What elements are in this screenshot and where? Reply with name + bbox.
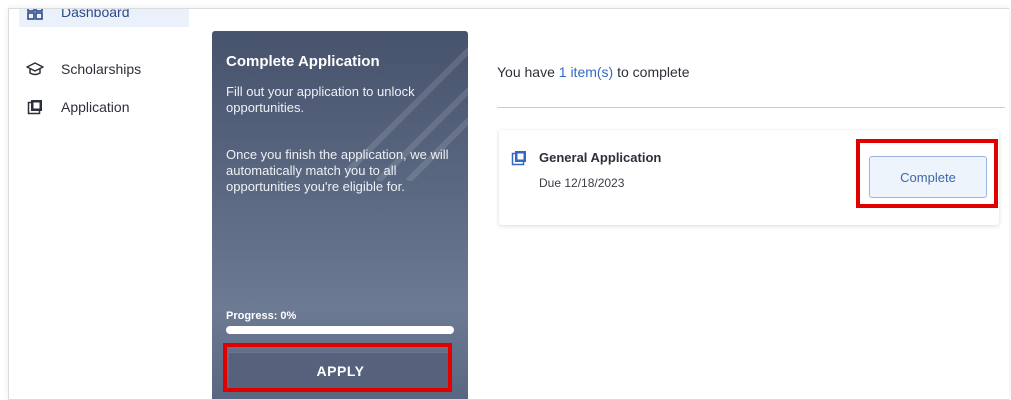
sidebar-item-scholarships[interactable]: Scholarships (19, 54, 189, 84)
sidebar: Dashboard Scholarships Application (9, 9, 189, 399)
application-icon (25, 97, 45, 117)
divider (497, 107, 1005, 108)
task-due-date: Due 12/18/2023 (539, 176, 625, 190)
card-description-secondary: Once you finish the application, we will… (226, 147, 449, 194)
dashboard-icon (25, 9, 45, 22)
highlight-box-complete (856, 139, 998, 208)
sidebar-item-label: Dashboard (61, 8, 130, 20)
heading-suffix: to complete (613, 64, 690, 80)
sidebar-item-dashboard[interactable]: Dashboard (19, 8, 189, 27)
application-icon (511, 150, 527, 166)
card-description: Fill out your application to unlock oppo… (226, 84, 415, 115)
graduation-cap-icon (25, 59, 45, 79)
progress-label: Progress: 0% (226, 310, 297, 322)
card-title: Complete Application (226, 53, 380, 70)
highlight-box-apply (223, 343, 452, 392)
items-to-complete-heading: You have 1 item(s) to complete (497, 64, 689, 80)
item-count-link[interactable]: 1 item(s) (559, 64, 613, 80)
task-title: General Application (539, 150, 662, 165)
sidebar-item-label: Application (61, 99, 130, 115)
progress-bar (226, 326, 454, 334)
heading-prefix: You have (497, 64, 559, 80)
sidebar-item-application[interactable]: Application (19, 92, 189, 122)
sidebar-item-label: Scholarships (61, 61, 142, 77)
